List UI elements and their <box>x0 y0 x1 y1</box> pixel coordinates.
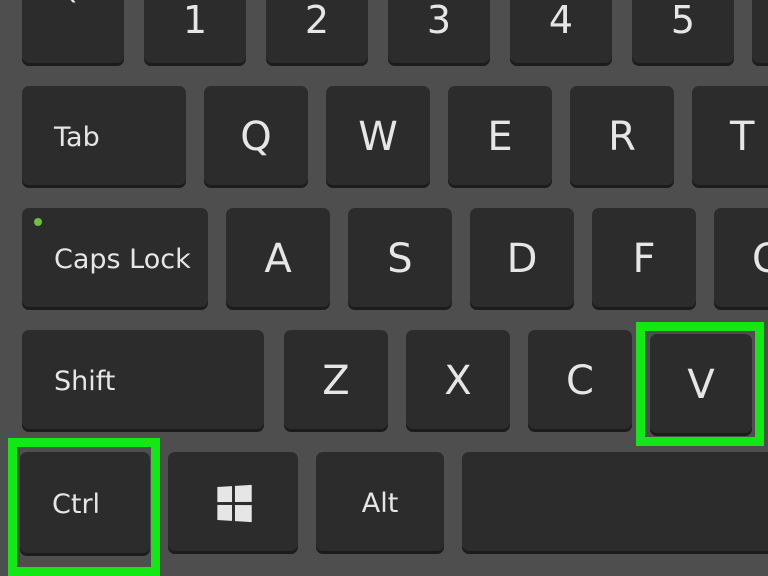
key-label: C <box>566 358 594 404</box>
key-label: E <box>487 114 513 160</box>
windows-logo-icon <box>216 484 252 522</box>
key-label: Caps Lock <box>54 243 191 275</box>
key-ctrl[interactable]: Ctrl <box>20 452 150 556</box>
key-label: X <box>444 358 472 404</box>
keyboard: ` 1 2 3 4 5 Tab Q W E R T Caps Lock A S <box>0 0 768 576</box>
key-w[interactable]: W <box>326 86 430 188</box>
key-label: A <box>264 236 292 282</box>
key-c[interactable]: C <box>528 330 632 432</box>
key-label: G <box>752 236 768 282</box>
key-d[interactable]: D <box>470 208 574 310</box>
key-1[interactable]: 1 <box>144 0 246 66</box>
key-label: Tab <box>54 121 100 153</box>
key-tab[interactable]: Tab <box>22 86 186 188</box>
key-label: 1 <box>182 0 208 42</box>
key-e[interactable]: E <box>448 86 552 188</box>
key-t[interactable]: T <box>692 86 768 188</box>
key-windows[interactable] <box>168 452 298 554</box>
key-caps-lock[interactable]: Caps Lock <box>22 208 208 310</box>
key-3[interactable]: 3 <box>388 0 490 66</box>
key-2[interactable]: 2 <box>266 0 368 66</box>
key-label: 2 <box>304 0 330 42</box>
key-label: 5 <box>670 0 696 42</box>
key-z[interactable]: Z <box>284 330 388 432</box>
key-4[interactable]: 4 <box>510 0 612 66</box>
key-v[interactable]: V <box>650 334 752 436</box>
key-6-partial[interactable] <box>752 0 768 66</box>
key-label: S <box>387 236 413 282</box>
key-backtick[interactable]: ` <box>22 0 124 66</box>
key-alt[interactable]: Alt <box>316 452 444 554</box>
key-label: ` <box>63 0 83 35</box>
key-label: V <box>687 362 715 408</box>
key-label: Z <box>322 358 350 404</box>
key-label: 4 <box>548 0 574 42</box>
key-label: Ctrl <box>52 488 101 520</box>
key-a[interactable]: A <box>226 208 330 310</box>
key-5[interactable]: 5 <box>632 0 734 66</box>
key-g[interactable]: G <box>714 208 768 310</box>
key-x[interactable]: X <box>406 330 510 432</box>
key-label: Alt <box>361 487 399 519</box>
key-label: Q <box>240 114 272 160</box>
caps-lock-led-indicator <box>34 218 42 226</box>
key-label: T <box>730 114 755 160</box>
key-s[interactable]: S <box>348 208 452 310</box>
key-label: 3 <box>426 0 452 42</box>
key-label: D <box>506 236 538 282</box>
key-label: Shift <box>54 365 116 397</box>
key-label: F <box>632 236 656 282</box>
key-f[interactable]: F <box>592 208 696 310</box>
key-r[interactable]: R <box>570 86 674 188</box>
key-label: W <box>358 114 398 160</box>
key-shift[interactable]: Shift <box>22 330 264 432</box>
key-label: R <box>608 114 636 160</box>
key-space[interactable] <box>462 452 768 554</box>
key-q[interactable]: Q <box>204 86 308 188</box>
